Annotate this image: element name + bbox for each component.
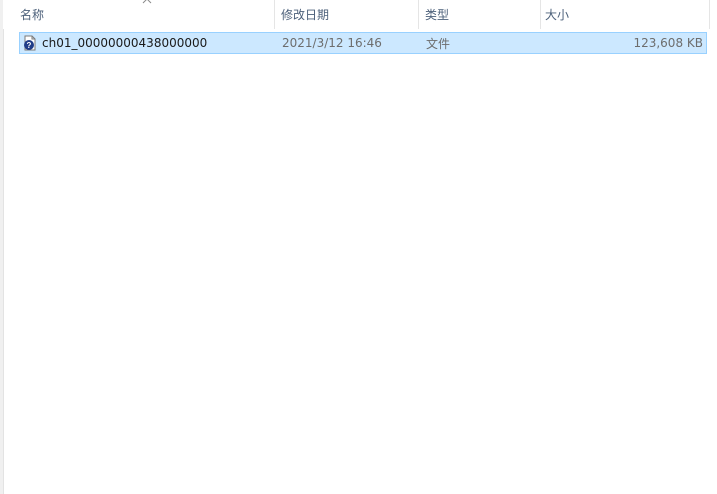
file-name[interactable]: ch01_00000000438000000 — [42, 33, 207, 53]
unknown-file-icon: ? — [24, 35, 36, 51]
svg-text:?: ? — [27, 41, 32, 50]
file-type: 文件 — [426, 36, 451, 51]
column-divider[interactable] — [274, 0, 275, 29]
file-modified-date: 2021/3/12 16:46 — [282, 36, 382, 50]
file-row[interactable]: ? ch01_00000000438000000 2021/3/12 16:46… — [19, 32, 707, 54]
column-header-type-label: 类型 — [425, 8, 450, 22]
column-header-bar: 名称 修改日期 类型 大小 — [3, 0, 717, 29]
column-header-size-label: 大小 — [545, 8, 570, 22]
column-header-modified[interactable]: 修改日期 — [281, 0, 419, 29]
column-divider[interactable] — [418, 0, 419, 29]
column-header-name-label: 名称 — [20, 8, 45, 22]
navigation-pane-edge — [0, 0, 4, 494]
column-header-modified-label: 修改日期 — [281, 8, 330, 22]
column-divider[interactable] — [709, 0, 710, 29]
file-size: 123,608 KB — [633, 36, 703, 50]
column-header-name[interactable]: 名称 — [20, 0, 275, 29]
column-header-size[interactable]: 大小 — [545, 0, 710, 29]
column-divider[interactable] — [540, 0, 541, 29]
column-header-type[interactable]: 类型 — [425, 0, 541, 29]
